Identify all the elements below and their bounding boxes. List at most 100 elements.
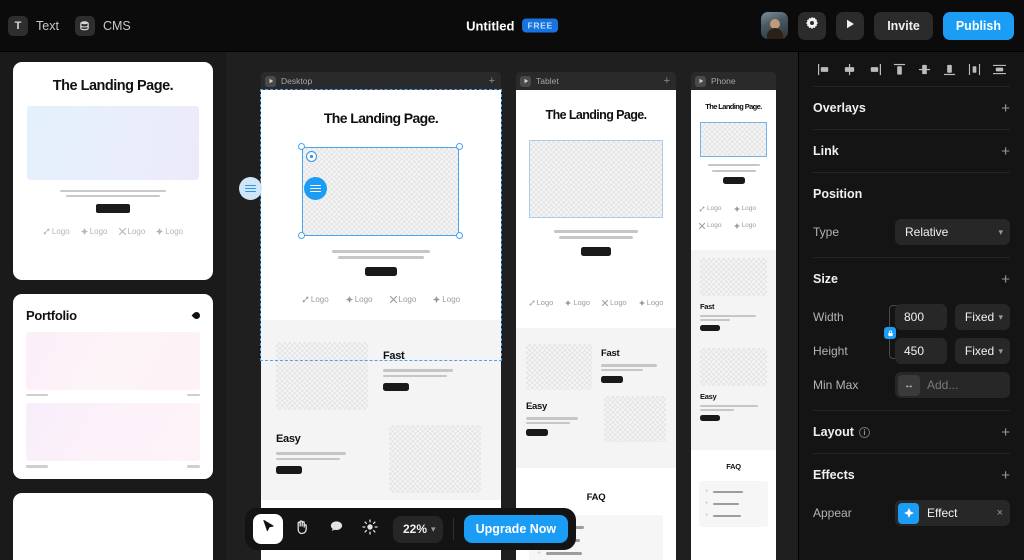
distribute-vertical-icon[interactable] — [990, 61, 1008, 77]
align-top-icon[interactable] — [890, 61, 908, 77]
align-center-horizontal-icon[interactable] — [840, 61, 858, 77]
logo-item: Logo — [733, 205, 769, 212]
feature-cta-button[interactable] — [700, 325, 720, 331]
add-link-button[interactable]: + — [1001, 144, 1010, 159]
height-input[interactable]: 450 — [895, 338, 947, 364]
upgrade-now-button[interactable]: Upgrade Now — [463, 515, 569, 543]
document-title-group[interactable]: Untitled FREE — [466, 18, 558, 33]
page-thumbnail-landing[interactable]: The Landing Page. Logo Logo Logo Logo — [13, 62, 213, 280]
add-layout-button[interactable]: + — [1001, 425, 1010, 440]
position-type-select[interactable]: Relative ▾ — [895, 219, 1010, 245]
invite-button[interactable]: Invite — [874, 11, 933, 40]
gear-icon — [805, 16, 819, 35]
frame-desktop[interactable]: Desktop + The Landing Page. Logo Logo Lo… — [260, 72, 502, 560]
size-label: Size — [813, 272, 839, 286]
info-icon[interactable]: i — [858, 426, 870, 438]
align-middle-vertical-icon[interactable] — [915, 61, 933, 77]
hero-subtext — [261, 250, 501, 276]
appear-effect-chip[interactable]: Effect × — [895, 500, 1010, 526]
feature-title: Easy — [700, 392, 717, 401]
logo-item: Logo — [302, 295, 329, 304]
resize-handle-br[interactable] — [456, 232, 463, 239]
frame-phone-body: The Landing Page. Logo Logo Logo Logo Fa… — [691, 90, 776, 560]
resize-handle-bl[interactable] — [298, 232, 305, 239]
avatar[interactable] — [761, 12, 789, 39]
feature-image-placeholder[interactable] — [276, 342, 368, 410]
chevron-down-icon: ▾ — [998, 226, 1003, 237]
distribute-horizontal-icon[interactable] — [965, 61, 983, 77]
feature-cta-button[interactable] — [276, 466, 302, 475]
portfolio-project-image — [26, 332, 200, 390]
chevron-down-icon: ▾ — [998, 311, 1003, 322]
layout-title-text: Layout — [813, 425, 854, 439]
align-right-icon[interactable] — [865, 61, 883, 77]
feature-cta-button[interactable] — [700, 415, 720, 421]
top-bar-tools: T Text CMS — [0, 15, 131, 36]
select-tool[interactable] — [253, 514, 283, 544]
align-left-icon[interactable] — [815, 61, 833, 77]
height-unit-select[interactable]: Fixed ▾ — [954, 338, 1010, 364]
page-thumbnail-portfolio[interactable]: Portfolio — [13, 294, 213, 479]
feature-cta-button[interactable] — [601, 376, 623, 384]
bottom-toolbar: 22% ▾ Upgrade Now — [245, 508, 577, 550]
width-label: Width — [813, 310, 844, 324]
preview-button[interactable] — [836, 11, 865, 40]
align-bottom-icon[interactable] — [940, 61, 958, 77]
lock-icon[interactable] — [884, 327, 896, 339]
frame-tablet-header[interactable]: Tablet + — [516, 72, 676, 90]
add-size-button[interactable]: + — [1001, 272, 1010, 287]
zoom-control[interactable]: 22% ▾ — [393, 515, 443, 543]
remove-effect-button[interactable]: × — [997, 507, 1003, 519]
position-label: Position — [813, 187, 863, 201]
resize-handle-tl[interactable] — [298, 143, 305, 150]
frame-tablet-body: The Landing Page. Logo Logo Logo Logo Fa… — [516, 90, 676, 560]
selection-badge-icon[interactable] — [306, 151, 317, 162]
frame-tablet[interactable]: Tablet + The Landing Page. Logo Logo Log… — [516, 72, 676, 560]
text-icon: T — [8, 15, 28, 36]
feature-cta-button[interactable] — [383, 383, 409, 392]
theme-tool[interactable] — [355, 514, 385, 544]
hand-tool[interactable] — [287, 514, 317, 544]
text-tool[interactable]: T Text — [8, 15, 59, 36]
settings-button[interactable] — [798, 11, 827, 40]
canvas[interactable]: Desktop + The Landing Page. Logo Logo Lo… — [226, 52, 798, 560]
feature-title: Fast — [601, 348, 620, 359]
resize-handle-tr[interactable] — [456, 143, 463, 150]
frame-phone[interactable]: Phone The Landing Page. Logo Logo Logo L… — [691, 72, 776, 560]
hero-cta-button[interactable] — [365, 266, 397, 276]
add-overlay-button[interactable]: + — [1001, 101, 1010, 116]
feature-image-placeholder[interactable] — [389, 425, 481, 493]
publish-button[interactable]: Publish — [942, 11, 1014, 40]
width-unit-select[interactable]: Fixed ▾ — [954, 304, 1010, 330]
width-input[interactable]: 800 — [895, 304, 947, 330]
section-position: Position — [813, 173, 1010, 215]
page-thumbnail-third[interactable] — [13, 493, 213, 560]
frame-add-icon[interactable]: + — [664, 75, 670, 87]
comment-tool[interactable] — [321, 514, 351, 544]
logo-item: Logo — [43, 227, 70, 236]
hero-cta-button[interactable] — [722, 176, 745, 184]
feature-cta-button[interactable] — [526, 429, 548, 437]
editor-body: The Landing Page. Logo Logo Logo Logo Po… — [0, 52, 1024, 560]
cms-tool[interactable]: CMS — [74, 15, 131, 36]
hero-cta-button[interactable] — [581, 246, 611, 256]
section-overlays: Overlays + — [813, 87, 1010, 129]
width-unit-value: Fixed — [964, 310, 995, 324]
logos-grid: Logo Logo Logo Logo — [699, 205, 768, 229]
portfolio-thumb-header: Portfolio — [26, 308, 202, 323]
frame-add-icon[interactable]: + — [489, 75, 495, 87]
effects-label: Effects — [813, 468, 855, 482]
menu-overlay-icon-inside[interactable] — [304, 177, 327, 200]
top-bar-actions: Invite Publish — [761, 11, 1014, 40]
menu-overlay-icon-outside[interactable] — [239, 177, 262, 200]
add-effect-button[interactable]: + — [1001, 468, 1010, 483]
play-icon — [844, 17, 856, 35]
frame-phone-header[interactable]: Phone — [691, 72, 776, 90]
sun-icon — [362, 518, 378, 540]
layout-label: Layout i — [813, 425, 870, 439]
minmax-input[interactable]: ↔ Add... — [895, 372, 1010, 398]
play-icon — [265, 75, 276, 87]
section-size: Size + — [813, 258, 1010, 300]
frame-desktop-header[interactable]: Desktop + — [261, 72, 501, 90]
logo-item: Logo — [602, 298, 627, 307]
